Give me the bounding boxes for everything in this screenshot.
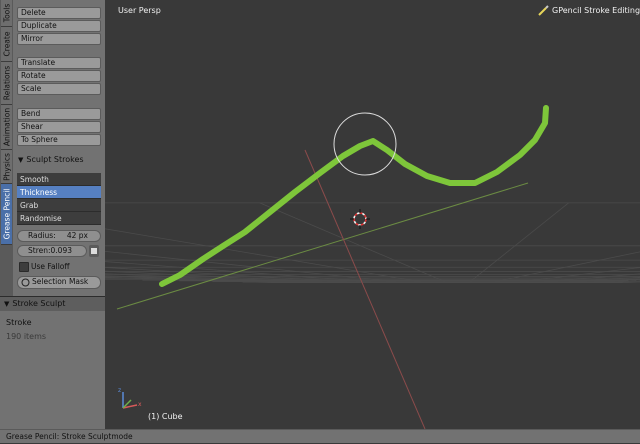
status-bar: Grease Pencil: Stroke Sculptmode — [0, 429, 640, 443]
tool-shelf-panel: Delete Duplicate Mirror Translate Rotate… — [13, 0, 110, 296]
operator-items-count: 190 items — [6, 332, 47, 341]
pressure-toggle-button[interactable] — [89, 245, 99, 257]
grid-line — [491, 251, 640, 283]
3d-cursor-icon[interactable] — [350, 209, 370, 229]
radius-field[interactable]: Radius: 42 px — [17, 230, 101, 242]
bend-button[interactable]: Bend — [17, 108, 101, 120]
pencil-icon — [538, 5, 549, 16]
selection-mask-button[interactable]: Selection Mask — [17, 276, 101, 289]
tab-physics[interactable]: Physics — [1, 150, 12, 184]
viewport-canvas: z x — [105, 5, 640, 429]
selection-mask-icon — [21, 278, 30, 287]
operator-name: Stroke — [6, 318, 32, 327]
grid-line — [105, 273, 315, 283]
axis-gizmo-icon: z x — [118, 387, 142, 409]
collapse-triangle-icon: ▼ — [4, 300, 10, 308]
duplicate-button[interactable]: Duplicate — [17, 20, 101, 32]
use-falloff-label: Use Falloff — [31, 262, 70, 271]
grid-line — [601, 280, 640, 283]
tab-label: Create — [2, 31, 11, 57]
tab-label: Relations — [2, 65, 11, 101]
brush-randomise[interactable]: Randomise — [17, 212, 101, 225]
tab-animation[interactable]: Animation — [1, 105, 12, 150]
view-name-label: User Persp — [118, 6, 161, 15]
grid-line — [105, 250, 403, 283]
tab-relations[interactable]: Relations — [1, 62, 12, 105]
3d-viewport[interactable]: z x User Persp GPencil Stroke Editing (1… — [105, 0, 640, 429]
strength-value: 0.093 — [50, 246, 72, 255]
tab-label: Animation — [2, 107, 11, 147]
section-title: Sculpt Strokes — [26, 155, 84, 164]
brush-grab[interactable]: Grab — [17, 199, 101, 212]
strength-field[interactable]: Stren:0.093 — [17, 245, 87, 257]
brush-thickness[interactable]: Thickness — [17, 186, 101, 199]
translate-button[interactable]: Translate — [17, 57, 101, 69]
collapse-triangle-icon: ▼ — [18, 156, 24, 164]
operator-panel: ▼ Stroke Sculpt Stroke 190 items — [0, 296, 105, 430]
grease-pencil-stroke[interactable] — [159, 105, 549, 287]
vertical-tab-strip: Tools Create Relations Animation Physics… — [0, 0, 14, 296]
mirror-button[interactable]: Mirror — [17, 33, 101, 45]
grid-line — [557, 276, 640, 283]
tab-label: Physics — [2, 152, 11, 181]
sculpt-strokes-header[interactable]: ▼ Sculpt Strokes — [15, 153, 103, 167]
delete-button[interactable]: Delete — [17, 7, 101, 19]
active-object-label: (1) Cube — [148, 412, 183, 421]
svg-text:x: x — [138, 401, 142, 408]
grid-line — [468, 202, 569, 283]
tab-create[interactable]: Create — [1, 27, 12, 62]
grid-line — [513, 267, 640, 283]
selection-mask-label: Selection Mask — [32, 277, 89, 286]
mode-label: GPencil Stroke Editing — [552, 6, 640, 15]
grid-line — [623, 281, 640, 283]
scale-button[interactable]: Scale — [17, 83, 101, 95]
strength-label: Stren: — [28, 246, 51, 255]
tab-tools[interactable]: Tools — [1, 0, 12, 27]
to-sphere-button[interactable]: To Sphere — [17, 134, 101, 146]
tab-grease-pencil[interactable]: Grease Pencil — [1, 184, 12, 245]
rotate-button[interactable]: Rotate — [17, 70, 101, 82]
use-falloff-checkbox[interactable] — [19, 262, 29, 272]
tab-label: Tools — [2, 3, 11, 23]
operator-title: Stroke Sculpt — [12, 299, 66, 308]
radius-label: Radius: — [28, 231, 56, 240]
x-axis-line — [304, 149, 426, 429]
shear-button[interactable]: Shear — [17, 121, 101, 133]
tab-label: Grease Pencil — [2, 188, 11, 240]
grid-line — [579, 279, 640, 283]
pen-pressure-icon — [91, 248, 97, 254]
svg-text:z: z — [118, 387, 121, 394]
brush-smooth[interactable]: Smooth — [17, 173, 101, 186]
radius-value: 42 px — [66, 231, 88, 240]
operator-panel-header[interactable]: ▼ Stroke Sculpt — [0, 297, 105, 311]
